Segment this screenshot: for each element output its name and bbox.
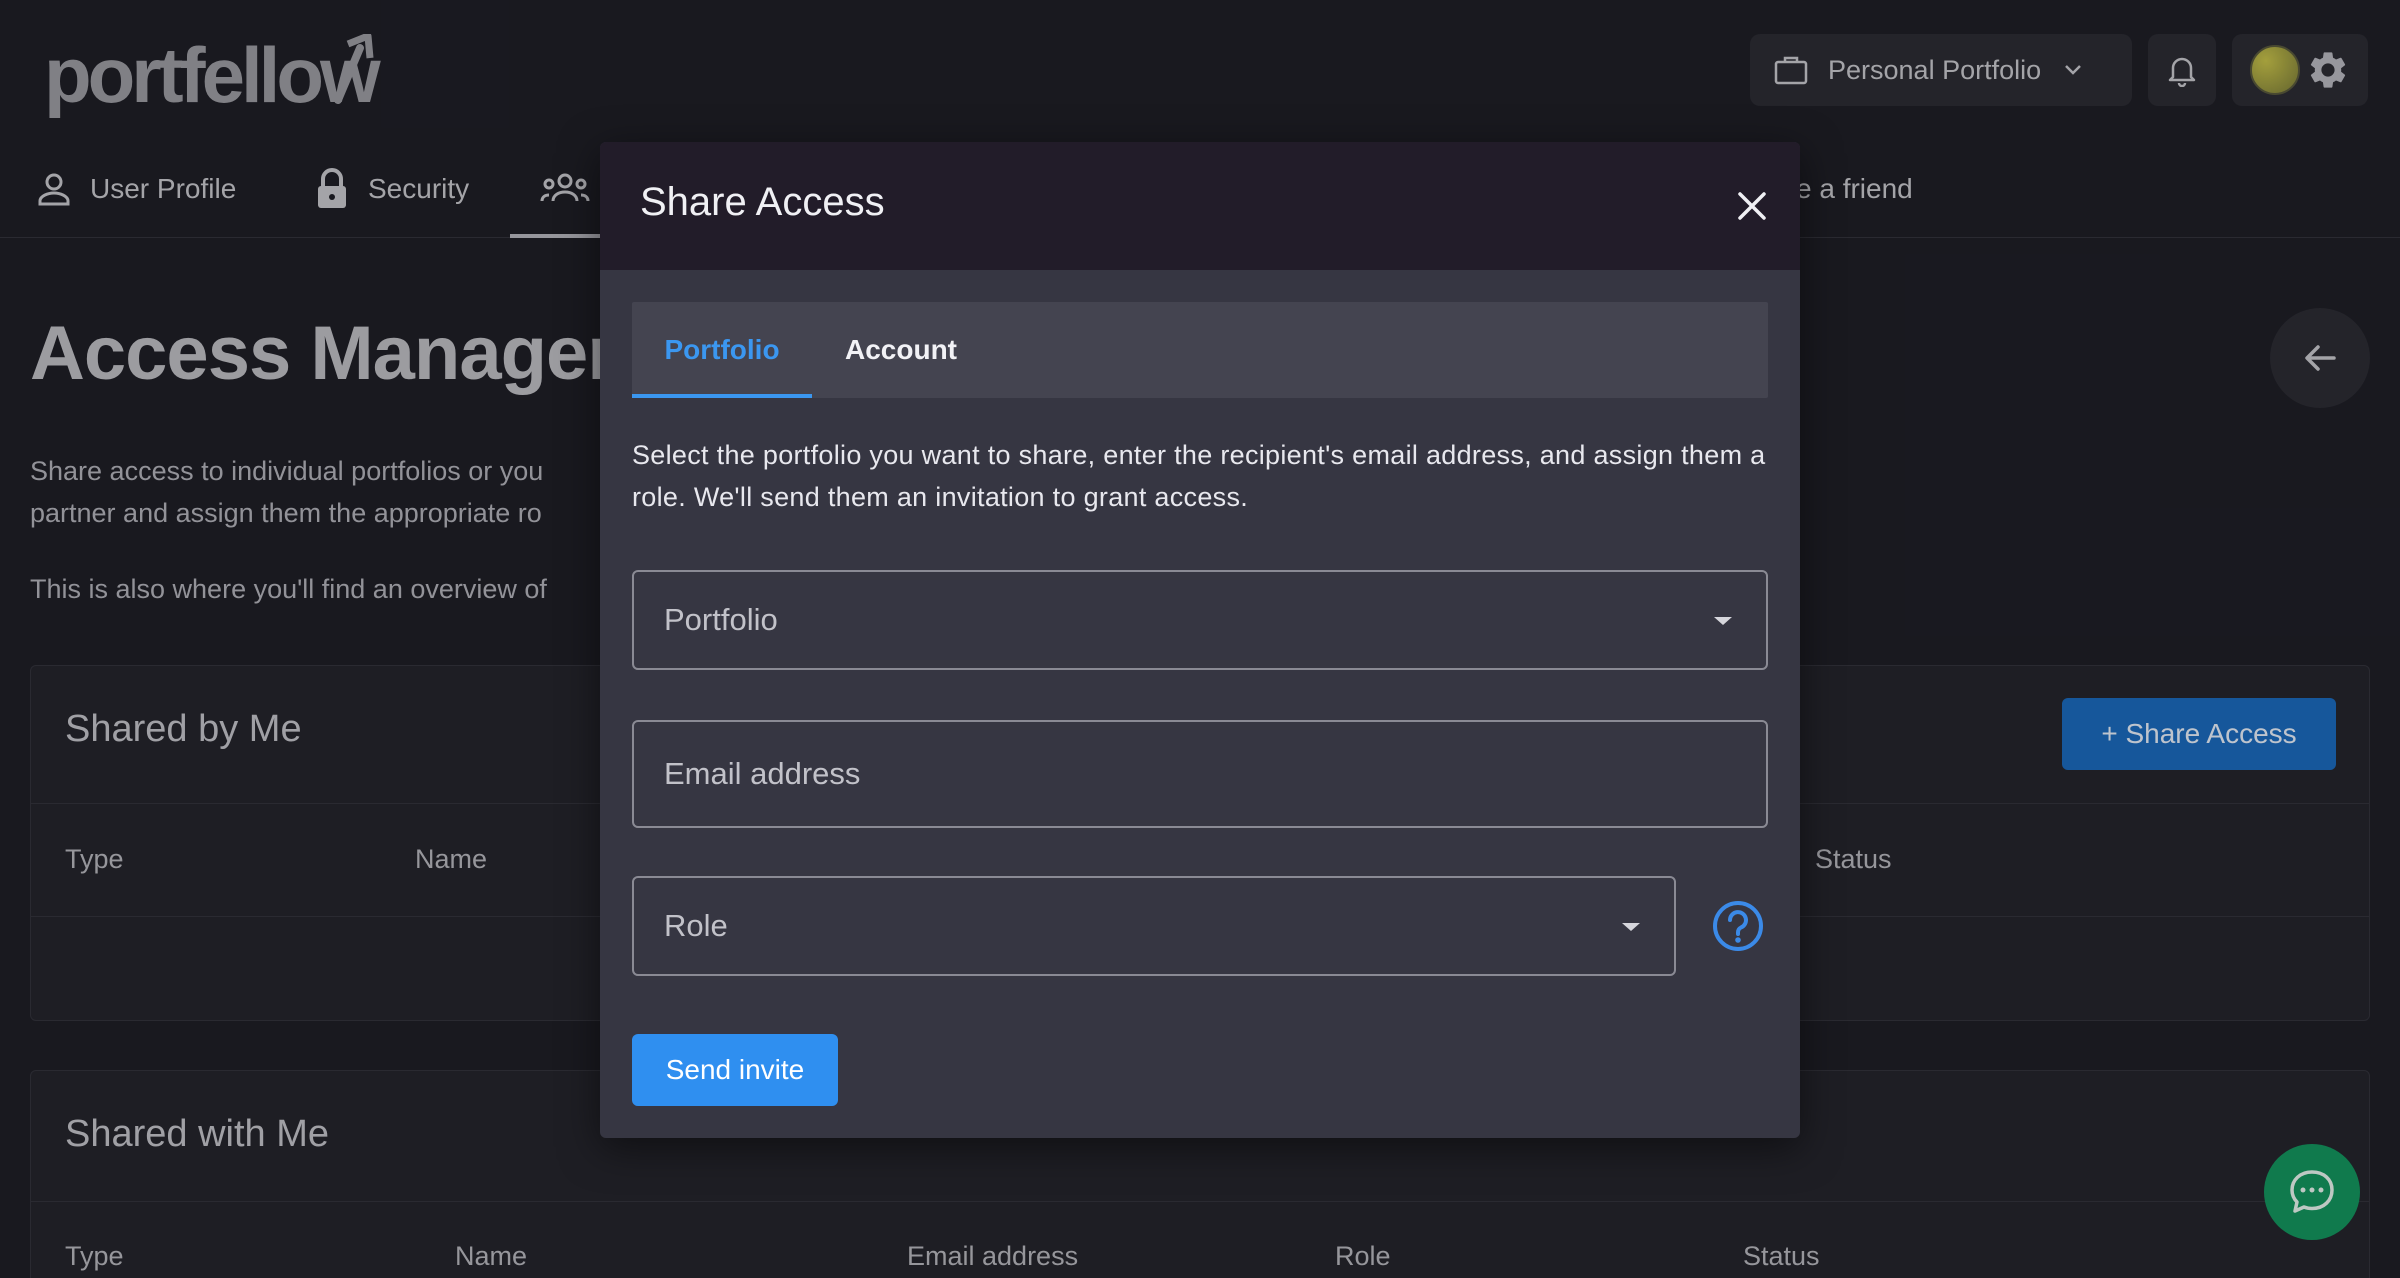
tab-portfolio[interactable]: Portfolio: [632, 302, 812, 398]
caret-down-icon: [1712, 610, 1734, 632]
tab-account[interactable]: Account: [812, 302, 990, 398]
dialog-title: Share Access: [640, 180, 885, 224]
role-select[interactable]: Role: [632, 876, 1676, 976]
role-help-icon[interactable]: [1710, 898, 1766, 954]
caret-down-icon: [1620, 916, 1642, 938]
close-icon: [1738, 192, 1766, 220]
tab-account-label: Account: [845, 334, 957, 365]
email-input[interactable]: [634, 722, 1766, 826]
email-field[interactable]: [632, 720, 1768, 828]
send-invite-button[interactable]: Send invite: [632, 1034, 838, 1106]
dialog-description: Select the portfolio you want to share, …: [632, 440, 1766, 512]
portfolio-select[interactable]: Portfolio: [632, 570, 1768, 670]
share-access-dialog: Share Access Portfolio Account Select th…: [600, 142, 1800, 1138]
tab-portfolio-label: Portfolio: [664, 334, 780, 365]
role-select-label: Role: [664, 908, 728, 943]
share-type-tabs: Portfolio Account: [632, 302, 1768, 398]
close-button[interactable]: [1730, 184, 1774, 228]
dialog-header: Share Access: [600, 142, 1800, 270]
portfolio-select-label: Portfolio: [664, 602, 778, 637]
